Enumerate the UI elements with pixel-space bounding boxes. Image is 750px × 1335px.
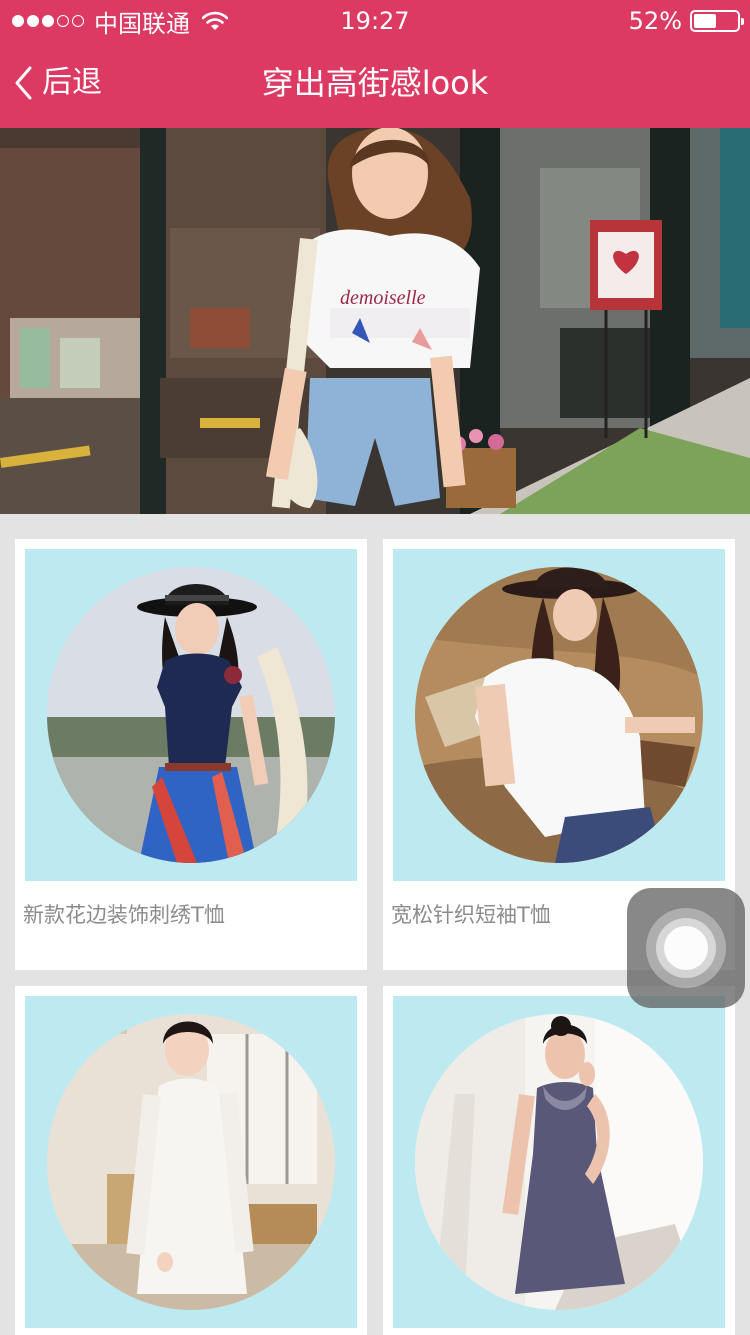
product-image (47, 1014, 335, 1310)
product-image-frame (25, 549, 357, 881)
back-button[interactable]: 后退 (12, 62, 102, 104)
product-title: 新款花边装饰刺绣T恤 (23, 903, 225, 927)
product-image (415, 1014, 703, 1310)
back-button-label: 后退 (42, 65, 102, 100)
navigation-bar: 后退 穿出高街感look (0, 50, 750, 116)
svg-text:demoiselle: demoiselle (340, 287, 426, 309)
product-photo (415, 567, 703, 863)
page-title: 穿出高街感look (261, 64, 489, 102)
battery-icon (690, 10, 744, 32)
banner-photo: demoiselle (0, 128, 750, 514)
product-card[interactable] (383, 986, 735, 1335)
product-image-frame (393, 549, 725, 881)
banner-image[interactable]: demoiselle (0, 128, 750, 514)
product-card[interactable] (15, 986, 367, 1335)
product-image (415, 567, 703, 863)
product-photo (415, 1014, 703, 1310)
app-header: 中国联通 19:27 52% 后退 穿出高街感look (0, 0, 750, 128)
status-bar: 中国联通 19:27 52% (0, 0, 750, 42)
battery-percent: 52% (628, 7, 682, 35)
product-photo (47, 567, 335, 863)
status-right: 52% (628, 6, 744, 36)
assistive-touch-button[interactable] (627, 888, 745, 1008)
product-title: 宽松针织短袖T恤 (391, 903, 551, 927)
chevron-left-icon (15, 66, 32, 100)
product-image-frame (393, 996, 725, 1328)
product-image-frame (25, 996, 357, 1328)
battery-level-fill (694, 14, 716, 28)
product-image (47, 567, 335, 863)
product-card[interactable]: 新款花边装饰刺绣T恤 (15, 539, 367, 970)
assistive-touch-core (664, 926, 708, 970)
product-photo (47, 1014, 335, 1310)
